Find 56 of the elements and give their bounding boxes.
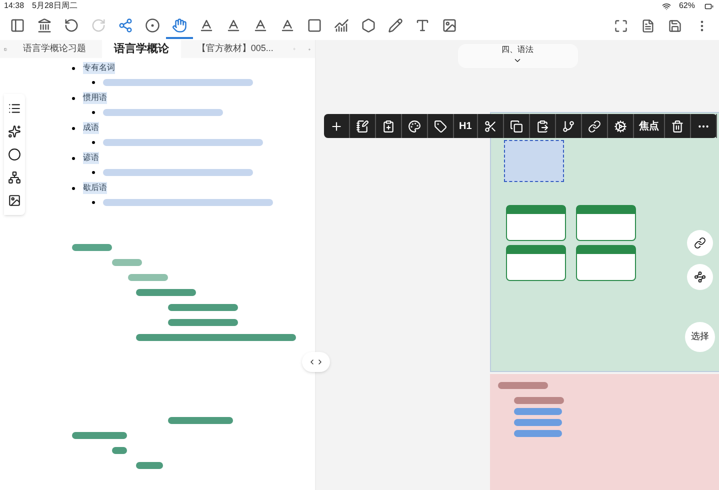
bullet-icon: [92, 81, 95, 84]
bullet-icon: [92, 141, 95, 144]
blurred-text-line: [72, 244, 112, 251]
document-tab[interactable]: 【官方教材】005...: [184, 40, 286, 58]
selected-node[interactable]: [504, 140, 564, 182]
outline-term[interactable]: 成语: [83, 122, 99, 134]
node-toolbar-button[interactable]: 焦点: [634, 114, 665, 138]
image-icon[interactable]: [8, 194, 20, 207]
bullet-icon: [92, 111, 95, 114]
document-tab[interactable]: 语言学概论习题: [10, 40, 98, 58]
bullet-icon: [92, 171, 95, 174]
blurred-text-line: [498, 382, 548, 389]
root-node[interactable]: 四、语法: [458, 44, 578, 68]
card-node[interactable]: [576, 245, 636, 281]
blurred-text-line: [514, 419, 562, 426]
outline-term[interactable]: 歇后语: [83, 182, 107, 194]
circle-icon[interactable]: [8, 148, 20, 161]
bullet-icon: [72, 156, 75, 160]
document-tab[interactable]: 语言学概论: [102, 40, 181, 58]
card-node[interactable]: [506, 245, 566, 281]
bullet-icon: [92, 201, 95, 204]
blurred-text-line: [514, 408, 562, 415]
bullet-icon: [72, 126, 75, 130]
battery-percent: 62%: [678, 0, 695, 12]
list-icon[interactable]: [8, 102, 20, 115]
blurred-text-line: [514, 430, 562, 437]
bullet-icon: [72, 186, 75, 190]
outline-term[interactable]: 惯用语: [83, 92, 107, 104]
outline-term[interactable]: 谚语: [83, 152, 99, 164]
blurred-text-line: [168, 304, 238, 311]
card-node[interactable]: [506, 205, 566, 241]
battery-icon: [703, 2, 715, 10]
blurred-text-line: [168, 417, 233, 424]
chevron-down-icon[interactable]: [513, 56, 522, 65]
blurred-text-line: [128, 274, 168, 281]
status-time: 14:38: [4, 0, 24, 12]
outline-term[interactable]: 专有名词: [83, 62, 115, 74]
blurred-text-line: [136, 462, 163, 469]
blurred-text-line: [112, 447, 127, 454]
blurred-text-line: [112, 259, 142, 266]
status-date: 5月28日周二: [32, 0, 78, 12]
bullet-icon: [72, 66, 75, 70]
node-toolbar-button[interactable]: H1: [454, 114, 478, 138]
sparkle-icon[interactable]: [8, 125, 20, 138]
blurred-text-line: [514, 397, 564, 404]
path-icon: [694, 271, 706, 283]
wifi-icon: [662, 2, 671, 10]
link-icon: [694, 237, 706, 249]
card-node[interactable]: [576, 205, 636, 241]
node-label: 四、语法: [502, 44, 534, 56]
blurred-text-line: [136, 289, 196, 296]
collapse-handle[interactable]: [302, 352, 330, 372]
blurred-text-line: [168, 319, 238, 326]
bullet-icon: [72, 96, 75, 100]
blurred-text-line: [72, 432, 127, 439]
network-icon[interactable]: [8, 171, 20, 184]
